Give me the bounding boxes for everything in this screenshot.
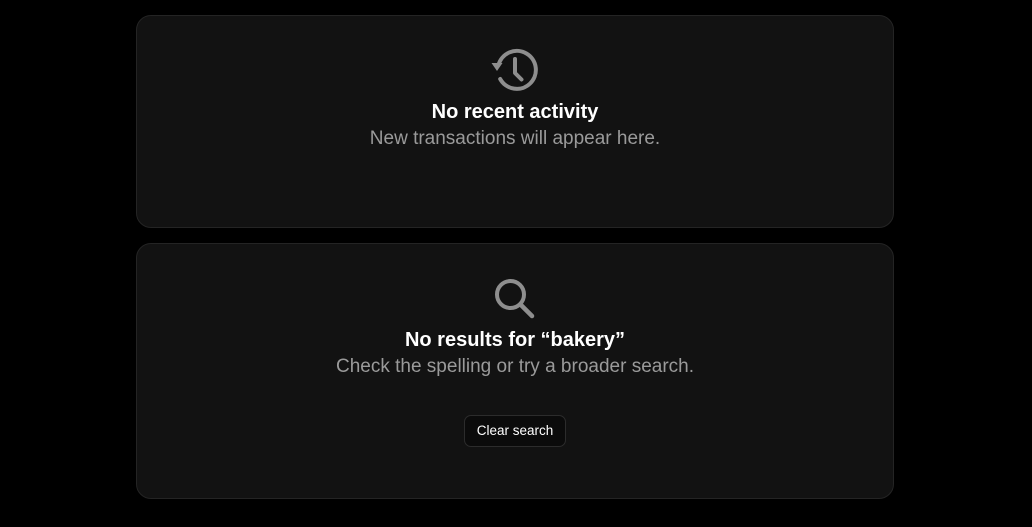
history-icon [491,48,538,91]
search-icon [495,279,535,319]
no-results-title: No results for “bakery” [404,329,626,351]
recent-activity-empty-state: No recent activity New transactions will… [136,15,894,228]
no-results-subtitle: Check the spelling or try a broader sear… [335,356,694,377]
empty-state-title: No recent activity [431,101,599,123]
search-empty-state: No results for “bakery” Check the spelli… [136,243,894,499]
clear-search-button[interactable]: Clear search [463,415,567,447]
empty-state-subtitle: New transactions will appear here. [369,128,661,149]
